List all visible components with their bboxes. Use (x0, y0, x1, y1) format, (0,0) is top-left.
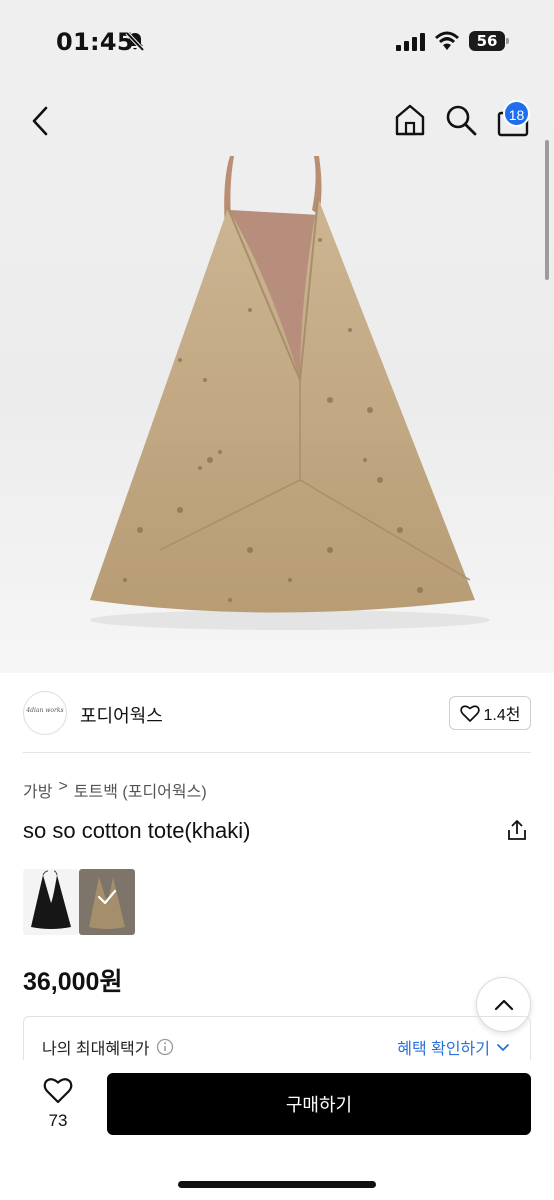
battery-level: 56 (469, 31, 505, 51)
heart-icon (43, 1078, 73, 1104)
bottom-action-bar: 73 구매하기 (0, 1060, 554, 1200)
info-icon[interactable] (156, 1038, 174, 1056)
benefit-check-link[interactable]: 혜택 확인하기 (397, 1035, 510, 1059)
shop-like-button[interactable]: 1.4천 (449, 696, 531, 730)
wishlist-button[interactable]: 73 (36, 1076, 80, 1136)
divider (23, 752, 531, 753)
product-price: 36,000원 (23, 968, 123, 996)
thumbnail-khaki[interactable] (79, 869, 135, 935)
wishlist-count: 73 (48, 1111, 68, 1130)
heart-icon (459, 705, 480, 722)
battery-icon: 56 (469, 31, 509, 51)
bell-off-icon (125, 31, 145, 52)
thumbnail-khaki-image (89, 877, 125, 929)
bag-illustration (90, 156, 490, 630)
shop-avatar[interactable]: 4dian works (23, 691, 67, 735)
wifi-icon (435, 31, 459, 50)
breadcrumb-item-subcategory[interactable]: 토트백 (포디어웍스) (74, 778, 207, 802)
share-icon[interactable] (505, 818, 529, 842)
chevron-down-icon (497, 1043, 509, 1051)
cart-badge: 18 (503, 100, 530, 127)
benefit-check-label: 혜택 확인하기 (397, 1041, 490, 1058)
product-image[interactable] (0, 80, 554, 673)
search-icon[interactable] (444, 103, 478, 137)
home-icon[interactable] (392, 102, 428, 138)
thumbnail-black-image (31, 870, 71, 929)
benefit-label-group: 나의 최대혜택가 (42, 1035, 174, 1059)
chevron-up-icon (494, 999, 513, 1010)
shop-name[interactable]: 포디어웍스 (80, 702, 163, 728)
shop-avatar-logo: 4dian works (26, 707, 64, 714)
product-title: so so cotton tote(khaki) (23, 818, 251, 843)
breadcrumb-item-category[interactable]: 가방 (23, 778, 52, 802)
thumbnail-black[interactable] (23, 869, 79, 935)
breadcrumb-separator: > (58, 778, 68, 795)
breadcrumb: 가방 > 토트백 (포디어웍스) (23, 778, 207, 802)
scrollbar (545, 140, 549, 280)
buy-button[interactable]: 구매하기 (107, 1073, 531, 1135)
status-bar: 01:45 56 (0, 0, 554, 80)
benefit-label: 나의 최대혜택가 (42, 1041, 150, 1058)
signal-icon (396, 33, 425, 51)
home-indicator (178, 1181, 376, 1188)
status-time: 01:45 (56, 28, 134, 56)
shop-like-count: 1.4천 (483, 707, 521, 724)
back-button[interactable] (26, 104, 54, 138)
